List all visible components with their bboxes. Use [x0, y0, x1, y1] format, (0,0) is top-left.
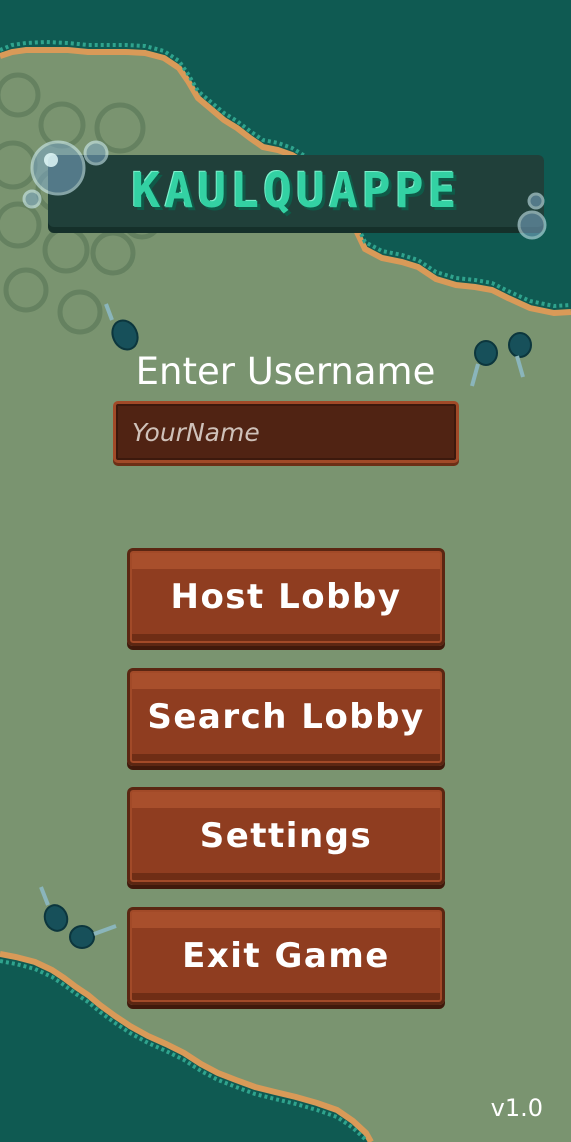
- scene: KAULQUAPPE Enter Username Host Lobby Sea…: [0, 0, 571, 1142]
- username-label: Enter Username: [135, 350, 436, 393]
- search-lobby-button[interactable]: Search Lobby: [127, 668, 445, 766]
- settings-button[interactable]: Settings: [127, 787, 445, 885]
- version-label: v1.0: [490, 1094, 543, 1122]
- host-lobby-button[interactable]: Host Lobby: [127, 548, 445, 646]
- username-input[interactable]: [113, 401, 459, 463]
- exit-game-button[interactable]: Exit Game: [127, 907, 445, 1005]
